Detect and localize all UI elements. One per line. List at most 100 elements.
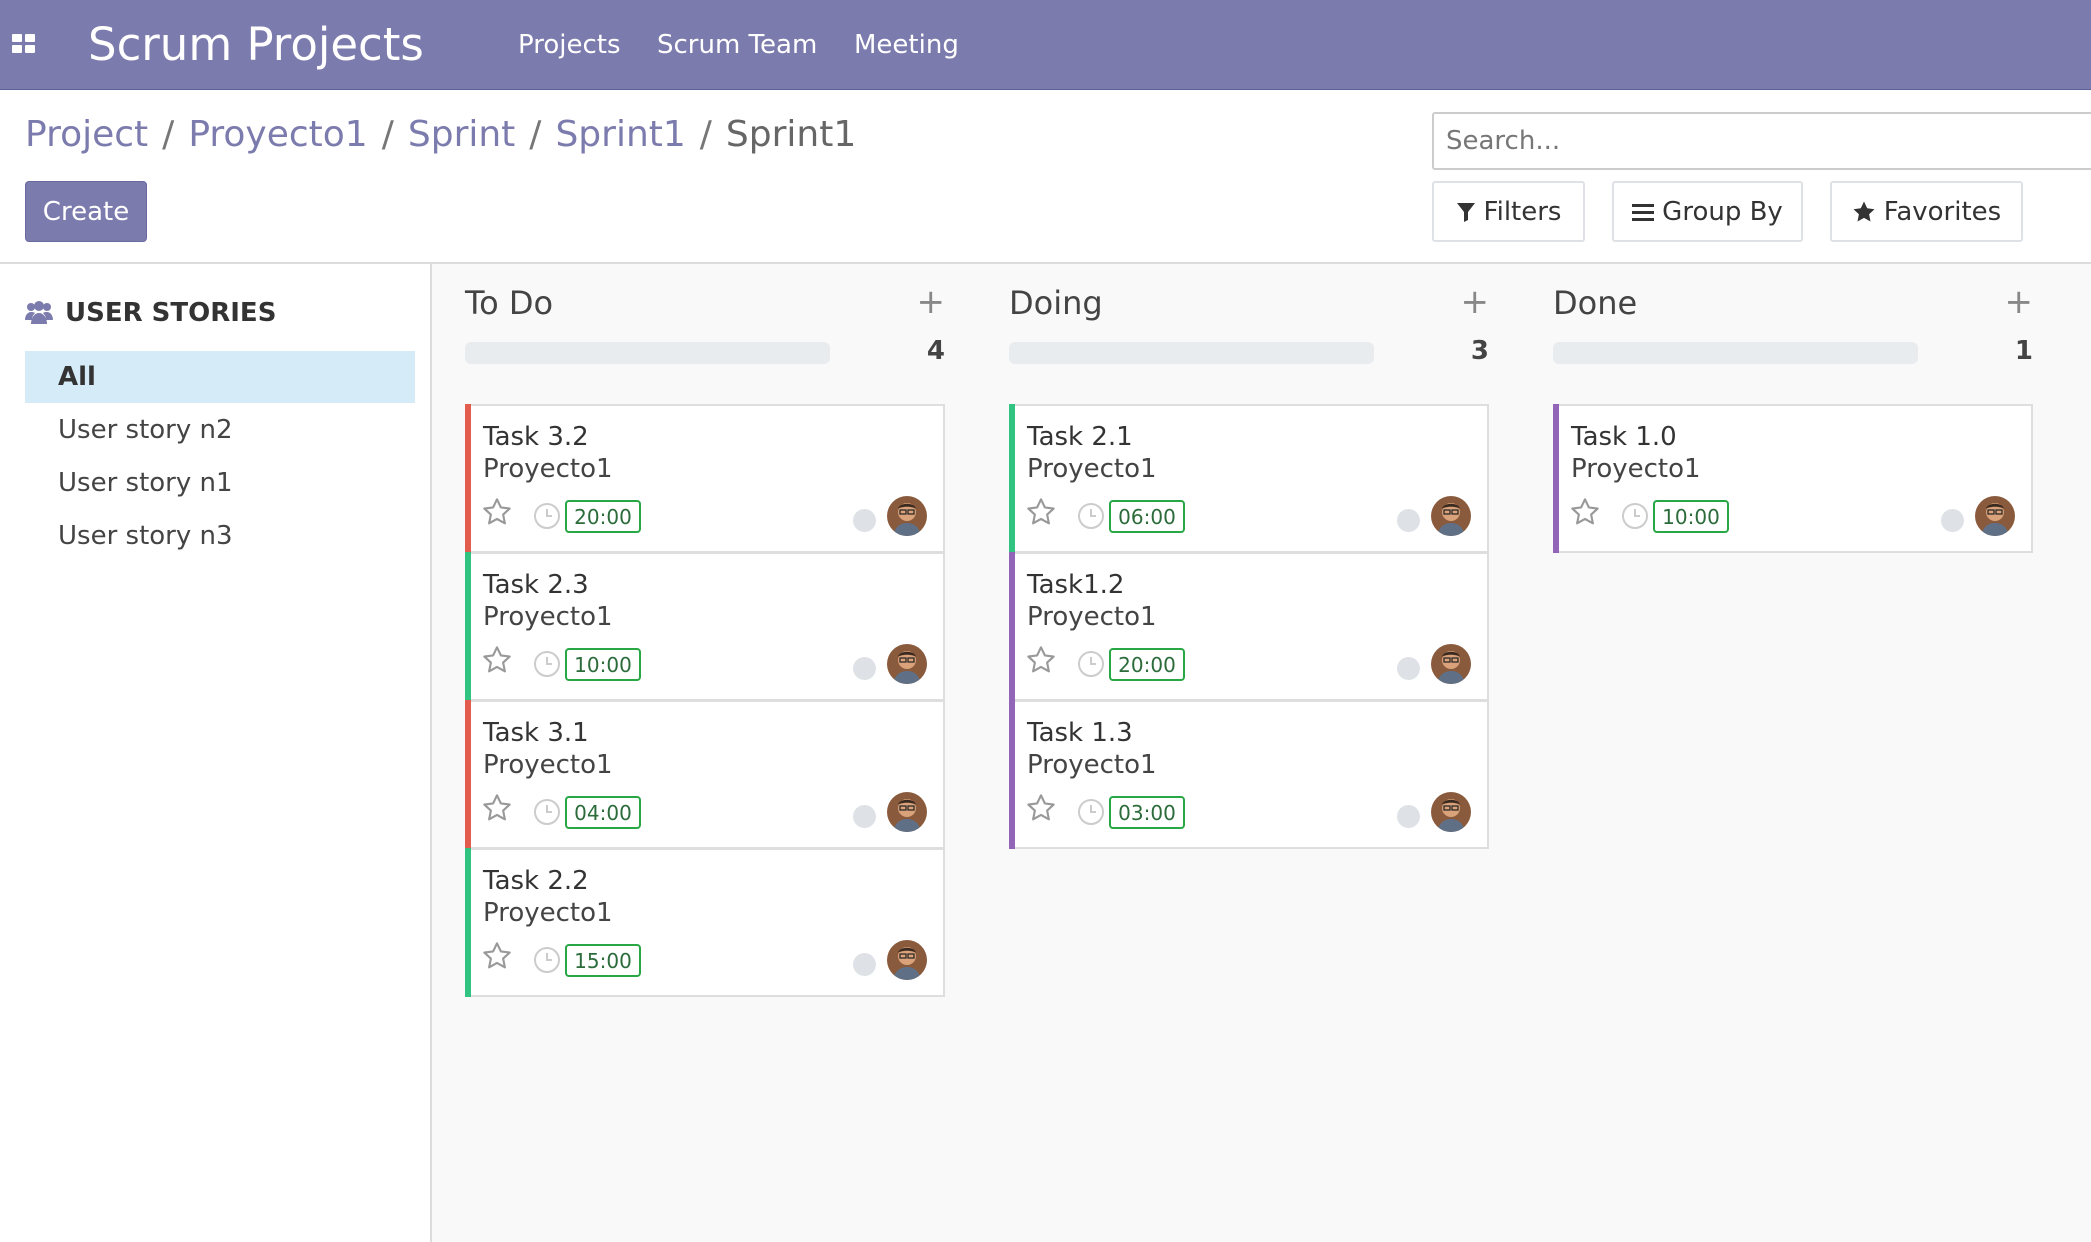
column-count: 3 [1470,336,1489,366]
card-title: Task 1.0 [1571,422,1677,452]
kanban-state-dot[interactable] [853,805,876,828]
priority-star-icon[interactable] [481,940,513,976]
priority-star-icon[interactable] [1569,496,1601,532]
kanban-card[interactable]: Task 2.1 Proyecto1 06:00 [1009,404,1489,553]
favorites-label: Favorites [1883,196,2002,227]
card-color-stripe [1553,404,1559,553]
sidebar-item-all[interactable]: All [25,351,415,403]
breadcrumb-separator: / [529,114,542,155]
breadcrumb-sprint[interactable]: Sprint [408,114,515,155]
priority-star-icon[interactable] [481,496,513,532]
assignee-avatar [1431,644,1471,684]
planned-hours-badge: 04:00 [565,796,641,829]
sidebar-item-user-story-n3[interactable]: User story n3 [25,510,415,562]
search-input[interactable] [1432,112,2091,170]
card-project: Proyecto1 [1027,602,1157,632]
breadcrumb-separator: / [162,114,175,155]
card-title: Task1.2 [1027,570,1125,600]
kanban-card[interactable]: Task 1.0 Proyecto1 10:00 [1553,404,2033,553]
activity-clock-icon[interactable] [533,502,561,534]
card-color-stripe [1009,700,1015,849]
activity-clock-icon[interactable] [1077,798,1105,830]
assignee-avatar [887,496,927,536]
add-card-icon[interactable]: + [2005,282,2034,322]
control-panel: Project / Proyecto1 / Sprint / Sprint1 / Sprint1… [0,90,2091,264]
kanban-state-dot[interactable] [1397,805,1420,828]
priority-star-icon[interactable] [481,644,513,680]
create-button[interactable]: Create [25,181,147,242]
card-color-stripe [465,700,471,849]
filters-label: Filters [1483,196,1562,227]
kanban-card[interactable]: Task 1.3 Proyecto1 03:00 [1009,700,1489,849]
column-title: To Do [465,284,554,322]
planned-hours-badge: 03:00 [1109,796,1185,829]
planned-hours-badge: 15:00 [565,944,641,977]
kanban-state-dot[interactable] [1397,657,1420,680]
card-title: Task 1.3 [1027,718,1133,748]
kanban-state-dot[interactable] [853,509,876,532]
add-card-icon[interactable]: + [917,282,946,322]
filters-button[interactable]: Filters [1432,181,1585,242]
assignee-avatar [887,644,927,684]
priority-star-icon[interactable] [481,792,513,828]
group-by-label: Group By [1662,196,1783,227]
activity-clock-icon[interactable] [1077,650,1105,682]
kanban-card[interactable]: Task 3.1 Proyecto1 04:00 [465,700,945,849]
activity-clock-icon[interactable] [1077,502,1105,534]
sidebar-item-user-story-n1[interactable]: User story n1 [25,457,415,509]
card-project: Proyecto1 [483,602,613,632]
card-project: Proyecto1 [1027,750,1157,780]
activity-clock-icon[interactable] [1621,502,1649,534]
assignee-avatar [887,792,927,832]
apps-grid-icon[interactable] [12,34,38,56]
column-title: Done [1553,284,1638,322]
kanban-state-dot[interactable] [853,657,876,680]
kanban-card[interactable]: Task 3.2 Proyecto1 20:00 [465,404,945,553]
activity-clock-icon[interactable] [533,650,561,682]
kanban-state-dot[interactable] [853,953,876,976]
card-project: Proyecto1 [1027,454,1157,484]
assignee-avatar [1431,496,1471,536]
card-color-stripe [1009,552,1015,701]
assignee-avatar [1975,496,2015,536]
top-navbar: Scrum Projects Projects Scrum Team Meeti… [0,0,2091,90]
kanban-state-dot[interactable] [1941,509,1964,532]
menu-scrum-team[interactable]: Scrum Team [657,30,817,60]
add-card-icon[interactable]: + [1461,282,1490,322]
breadcrumb-project[interactable]: Project [25,114,148,155]
assignee-avatar [1431,792,1471,832]
app-title: Scrum Projects [88,18,424,71]
activity-clock-icon[interactable] [533,798,561,830]
kanban-column-to-do: To Do +4 Task 3.2 Proyecto1 20:00 Task 2.3 Pro… [465,264,945,1242]
kanban-column-done: Done +1 Task 1.0 Proyecto1 10:00 [1553,264,2033,1242]
card-color-stripe [465,404,471,553]
priority-star-icon[interactable] [1025,644,1057,680]
planned-hours-badge: 10:00 [565,648,641,681]
favorites-button[interactable]: Favorites [1830,181,2023,242]
kanban-card[interactable]: Task1.2 Proyecto1 20:00 [1009,552,1489,701]
priority-star-icon[interactable] [1025,792,1057,828]
column-count: 1 [2014,336,2033,366]
breadcrumb-separator: / [699,114,712,155]
kanban-column-doing: Doing +3 Task 2.1 Proyecto1 06:00 Task1.2 Proy… [1009,264,1489,1242]
menu-meeting[interactable]: Meeting [854,30,959,60]
activity-clock-icon[interactable] [533,946,561,978]
breadcrumb-proyecto1[interactable]: Proyecto1 [188,114,367,155]
card-project: Proyecto1 [1571,454,1701,484]
card-project: Proyecto1 [483,454,613,484]
card-color-stripe [465,552,471,701]
breadcrumb-sprint1[interactable]: Sprint1 [555,114,685,155]
kanban-card[interactable]: Task 2.2 Proyecto1 15:00 [465,848,945,997]
card-color-stripe [465,848,471,997]
priority-star-icon[interactable] [1025,496,1057,532]
sidebar-item-user-story-n2[interactable]: User story n2 [25,404,415,456]
card-project: Proyecto1 [483,750,613,780]
kanban-state-dot[interactable] [1397,509,1420,532]
menu-projects[interactable]: Projects [518,30,621,60]
group-by-button[interactable]: Group By [1612,181,1803,242]
card-project: Proyecto1 [483,898,613,928]
sidebar-header: USER STORIES [25,298,276,328]
kanban-card[interactable]: Task 2.3 Proyecto1 10:00 [465,552,945,701]
card-title: Task 2.3 [483,570,589,600]
card-title: Task 3.1 [483,718,589,748]
